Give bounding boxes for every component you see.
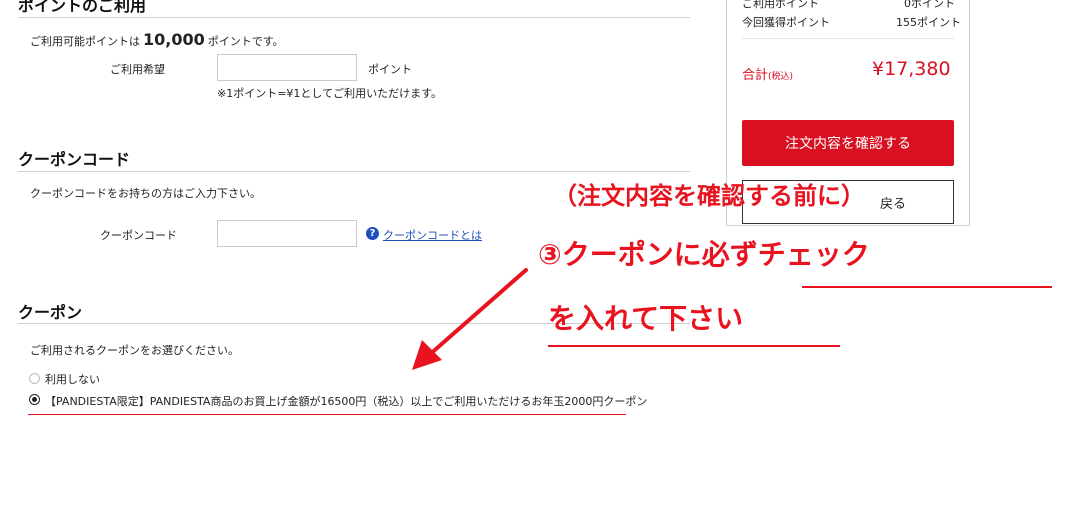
coupon-code-label: クーポンコード — [100, 229, 177, 242]
total-value: ¥17,380 — [872, 58, 951, 80]
coupon-option-pandiesta-label[interactable]: 【PANDIESTA限定】PANDIESTA商品のお買上げ金額が16500円（税… — [45, 393, 647, 409]
annotation-line-1: （注文内容を確認する前に） — [553, 182, 865, 210]
available-points-value: 10,000 — [143, 30, 205, 49]
coupon-code-help-link[interactable]: クーポンコードとは — [383, 227, 482, 243]
available-points-prefix: ご利用可能ポイントは — [30, 35, 140, 48]
coupon-option-none-radio[interactable] — [29, 373, 40, 384]
coupon-option-pandiesta-radio[interactable] — [29, 394, 40, 405]
point-unit-label: ポイント — [368, 63, 412, 76]
earned-points-value: 155ポイント — [896, 16, 961, 29]
points-divider — [18, 17, 690, 18]
back-button-label: 戻る — [879, 196, 906, 212]
coupon-description: ご利用されるクーポンをお選びください。 — [30, 344, 239, 357]
coupon-code-section-title: クーポンコード — [18, 150, 131, 169]
annotation-underline-2 — [548, 345, 840, 347]
coupon-section-title: クーポン — [18, 303, 83, 322]
summary-divider — [742, 38, 954, 39]
coupon-option-underline — [28, 414, 626, 415]
annotation-arrow-icon — [412, 268, 528, 370]
coupon-code-input[interactable] — [217, 220, 357, 247]
confirm-order-button[interactable]: 注文内容を確認する — [742, 120, 954, 166]
point-use-input[interactable] — [217, 54, 357, 81]
annotation-underline-1 — [802, 286, 1052, 288]
total-label-text: 合計 — [742, 68, 769, 83]
total-tax-label: (税込) — [768, 72, 794, 82]
used-points-value: 0ポイント — [904, 0, 955, 10]
question-mark-icon[interactable]: ? — [366, 227, 379, 240]
total-label: 合計(税込) — [742, 64, 793, 83]
used-points-label: ご利用ポイント — [742, 0, 819, 10]
point-note: ※1ポイント=¥1としてご利用いただけます。 — [217, 87, 442, 100]
annotation-line-2: ③クーポンに必ずチェック — [538, 238, 870, 271]
coupon-code-divider — [18, 171, 690, 172]
annotation-line-3: を入れて下さい — [548, 302, 744, 335]
coupon-option-none-label[interactable]: 利用しない — [45, 371, 100, 387]
coupon-code-description: クーポンコードをお持ちの方はご入力下さい。 — [30, 187, 261, 200]
points-section-title: ポイントのご利用 — [18, 0, 147, 15]
earned-points-label: 今回獲得ポイント — [742, 16, 830, 29]
available-points-suffix: ポイントです。 — [207, 35, 284, 48]
available-points-text: ご利用可能ポイントは 10,000 ポイントです。 — [30, 30, 284, 49]
point-use-label: ご利用希望 — [110, 63, 165, 76]
